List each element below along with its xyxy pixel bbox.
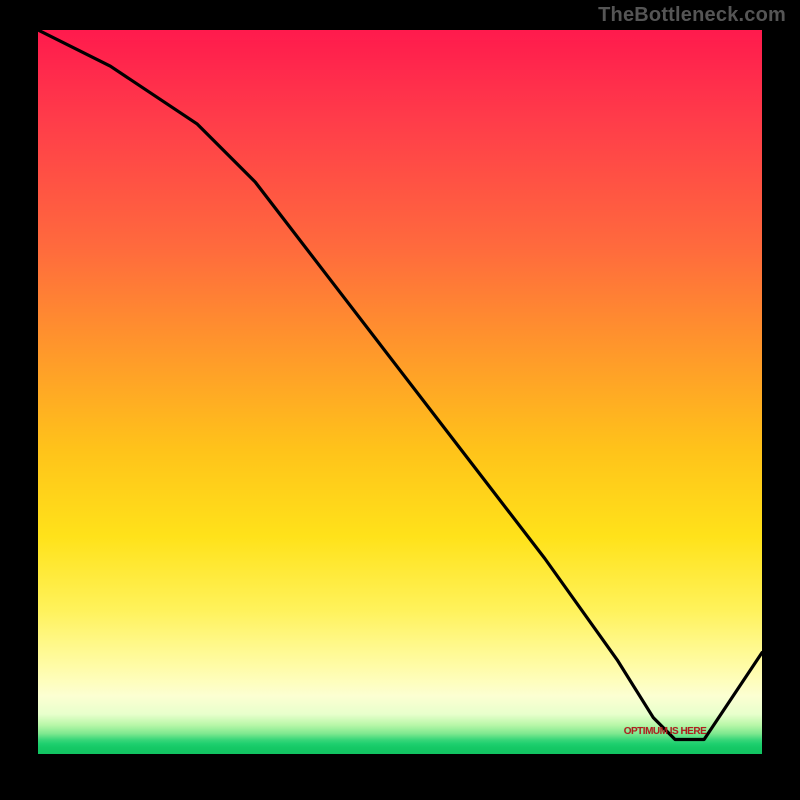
- chart-frame: TheBottleneck.com OPTIMUM IS HERE: [0, 0, 800, 800]
- optimum-annotation: OPTIMUM IS HERE: [624, 726, 707, 737]
- bottleneck-curve: [38, 30, 762, 754]
- attribution-text: TheBottleneck.com: [598, 4, 786, 27]
- plot-area: OPTIMUM IS HERE: [38, 30, 762, 754]
